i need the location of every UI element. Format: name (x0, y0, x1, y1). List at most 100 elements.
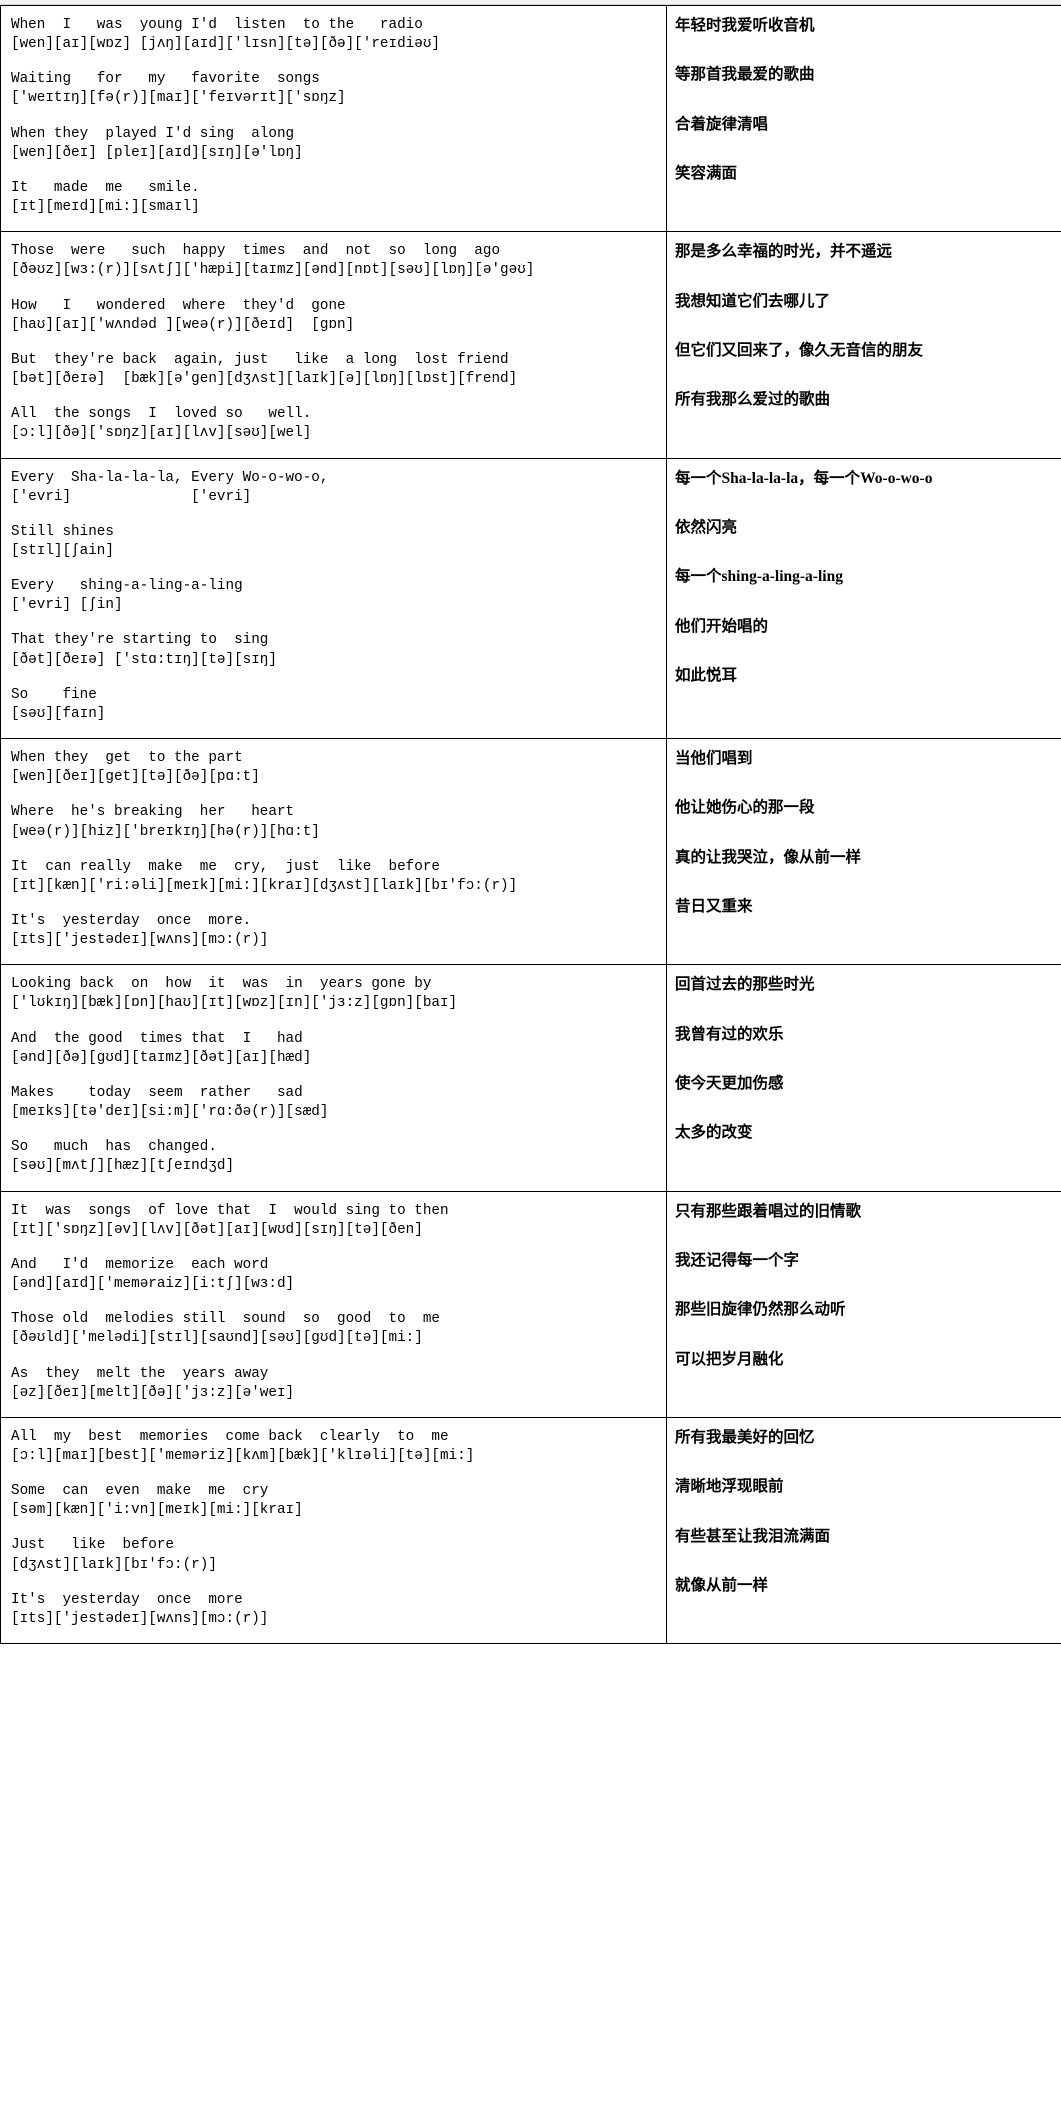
lyrics-block-row: All my best memories come back clearly t… (0, 1416, 1061, 1645)
lyric-line-pair: How I wondered where they'd gone [haʊ][aɪ… (11, 297, 666, 335)
lyric-line-pair: Some can even make me cry [səm][kæn]['i:v… (11, 1482, 666, 1520)
lyric-words: As they melt the years away (11, 1365, 269, 1382)
chinese-line: 我还记得每一个字 (675, 1251, 800, 1269)
lyric-line-pair: When I was young I'd listen to the radio… (11, 16, 666, 54)
chinese-line: 我想知道它们去哪儿了 (675, 292, 831, 310)
english-ipa-cell: Those were such happy times and not so l… (0, 231, 667, 459)
line-spacer (675, 360, 1061, 374)
chinese-line-wrap: 合着旋律清唱 (675, 115, 1061, 148)
english-ipa-cell: When they get to the part [wen][ðeɪ][get]… (0, 738, 667, 966)
lyric-line-pair: Every shing-a-ling-a-ling ['evri] [ʃin] (11, 577, 666, 615)
chinese-line: 所有我那么爱过的歌曲 (675, 391, 831, 409)
lyric-ipa: [weə(r)][hiz]['breɪkɪŋ][hə(r)][hɑ:t] (11, 823, 320, 840)
line-spacer (675, 917, 1061, 931)
line-spacer (675, 1369, 1061, 1383)
lyric-ipa: [səm][kæn]['i:vn][meɪk][mi:][kraɪ] (11, 1502, 303, 1519)
lyric-ipa: ['weɪtɪŋ][fə(r)][maɪ]['feɪvərɪt]['sɒŋz] (11, 90, 346, 107)
lyric-ipa: [haʊ][aɪ]['wʌndəd ][weə(r)][ðeɪd] [gɒn] (11, 316, 355, 333)
chinese-line: 太多的改变 (675, 1124, 753, 1142)
lyric-ipa: [ðət][ðeɪə] ['stɑ:tɪŋ][tə][sɪŋ] (11, 651, 277, 668)
lyric-ipa: ['lʊkɪŋ][bæk][ɒn][haʊ][ɪt][wɒz][ɪn]['jɜ:… (11, 995, 458, 1012)
english-ipa-cell: Every Sha-la-la-la, Every Wo-o-wo-o, ['ev… (0, 457, 667, 740)
chinese-line-wrap: 等那首我最爱的歌曲 (675, 65, 1061, 98)
chinese-line-wrap: 当他们唱到 (675, 749, 1061, 782)
line-spacer (675, 587, 1061, 601)
english-lines: All my best memories come back clearly t… (1, 1418, 666, 1643)
line-spacer (675, 1546, 1061, 1560)
chinese-line: 依然闪亮 (675, 518, 738, 536)
lyric-line-pair: Just like before [dʒʌst][laɪk][bɪ'fɔ:(r)] (11, 1536, 666, 1574)
line-spacer (675, 488, 1061, 502)
chinese-line-wrap: 他们开始唱的 (675, 617, 1061, 650)
lyric-line-pair: Waiting for my favorite songs ['weɪtɪŋ][f… (11, 70, 666, 108)
chinese-lines: 那是多么幸福的时光，并不遥远 我想知道它们去哪儿了 但它们又回来了，像久无音信的朋友… (667, 232, 1061, 438)
lyrics-block-row: It was songs of love that I would sing t… (0, 1190, 1061, 1418)
line-spacer (675, 1595, 1061, 1609)
line-spacer (675, 768, 1061, 782)
lyric-words: Some can even make me cry (11, 1483, 269, 1500)
chinese-line: 只有那些跟着唱过的旧情歌 (675, 1202, 862, 1220)
chinese-line: 回首过去的那些时光 (675, 976, 815, 994)
english-lines: It was songs of love that I would sing t… (1, 1192, 666, 1417)
chinese-line-wrap: 我想知道它们去哪儿了 (675, 292, 1061, 325)
chinese-line: 年轻时我爱听收音机 (675, 17, 815, 34)
chinese-line: 真的让我哭泣，像从前一样 (675, 848, 862, 866)
lyric-ipa: [stɪl][ʃain] (11, 542, 114, 559)
chinese-line-wrap: 回首过去的那些时光 (675, 975, 1061, 1008)
lyric-ipa: [ənd][aɪd]['meməraiz][i:tʃ][wɜ:d] (11, 1276, 295, 1293)
chinese-line-wrap: 他让她伤心的那一段 (675, 798, 1061, 831)
chinese-line-wrap: 那是多么幸福的时光，并不遥远 (675, 242, 1061, 275)
lyric-words: Every shing-a-ling-a-ling (11, 578, 243, 595)
lyrics-block-row: When they get to the part [wen][ðeɪ][get]… (0, 738, 1061, 966)
chinese-line-wrap: 每一个Sha-la-la-la，每一个Wo-o-wo-o (675, 469, 1061, 502)
document-page: When I was young I'd listen to the radio… (0, 0, 1061, 2116)
line-spacer (675, 1497, 1061, 1511)
chinese-translation-cell: 所有我最美好的回忆 清晰地浮现眼前 有些甚至让我泪流满面 就像从前一样 (666, 1416, 1061, 1645)
lyric-ipa: [wen][ðeɪ] [pleɪ][aɪd][sɪŋ][ə'lɒŋ] (11, 144, 303, 161)
lyric-words: It's yesterday once more. (11, 913, 252, 929)
chinese-line-wrap: 每一个shing-a-ling-a-ling (675, 567, 1061, 600)
chinese-line-wrap: 所有我那么爱过的歌曲 (675, 390, 1061, 423)
chinese-line-wrap: 真的让我哭泣，像从前一样 (675, 848, 1061, 881)
lyric-words: When they get to the part (11, 750, 243, 767)
lyric-words: So fine (11, 686, 97, 703)
lyric-ipa: [bət][ðeɪə] [bæk][ə'gen][dʒʌst][laɪk][ə]… (11, 371, 518, 388)
line-spacer (675, 1143, 1061, 1157)
lyric-words: Those were such happy times and not so l… (11, 243, 501, 260)
chinese-lines: 所有我最美好的回忆 清晰地浮现眼前 有些甚至让我泪流满面 就像从前一样 (667, 1418, 1061, 1624)
english-ipa-cell: It was songs of love that I would sing t… (0, 1190, 667, 1418)
english-ipa-cell: All my best memories come back clearly t… (0, 1416, 667, 1645)
chinese-line-wrap: 太多的改变 (675, 1123, 1061, 1156)
lyric-line-pair: When they get to the part [wen][ðeɪ][get]… (11, 749, 666, 787)
chinese-line-wrap: 可以把岁月融化 (675, 1350, 1061, 1383)
chinese-lines: 每一个Sha-la-la-la，每一个Wo-o-wo-o 依然闪亮每一个shing… (667, 459, 1061, 714)
chinese-line: 就像从前一样 (675, 1576, 769, 1594)
lyric-line-pair: That they're starting to sing [ðət][ðeɪə]… (11, 631, 666, 669)
lyric-words: It's yesterday once more (11, 1591, 243, 1608)
english-lines: When I was young I'd listen to the radio… (1, 6, 666, 231)
lyric-line-pair: But they're back again, just like a long… (11, 351, 666, 389)
lyric-words: Where he's breaking her heart (11, 804, 295, 821)
lyric-ipa: [səʊ][faɪn] (11, 705, 106, 722)
chinese-line: 有些甚至让我泪流满面 (675, 1527, 831, 1545)
line-spacer (675, 262, 1061, 276)
lyric-words: When they played I'd sing along (11, 125, 295, 142)
line-spacer (675, 184, 1061, 198)
lyric-words: Every Sha-la-la-la, Every Wo-o-wo-o, (11, 469, 329, 486)
lyric-line-pair: It made me smile. [ɪt][meɪd][mi:][smaɪl] (11, 179, 666, 217)
line-spacer (675, 1270, 1061, 1284)
lyric-ipa: [ɔ:l][maɪ][best]['meməriz][kʌm][bæk]['kl… (11, 1447, 475, 1464)
chinese-translation-cell: 只有那些跟着唱过的旧情歌 我还记得每一个字 那些旧旋律仍然那么动听 可以把岁月融化 (666, 1190, 1061, 1418)
lyric-line-pair: It can really make me cry, just like bef… (11, 858, 666, 896)
lyric-ipa: [dʒʌst][laɪk][bɪ'fɔ:(r)] (11, 1556, 217, 1573)
lyrics-block-row: Every Sha-la-la-la, Every Wo-o-wo-o, ['ev… (0, 457, 1061, 740)
lyric-ipa: [əz][ðeɪ][melt][ðə]['jɜ:z][ə'weɪ] (11, 1384, 295, 1401)
lyric-line-pair: Still shines [stɪl][ʃain] (11, 523, 666, 561)
chinese-translation-cell: 当他们唱到 他让她伤心的那一段 真的让我哭泣，像从前一样 昔日又重来 (666, 738, 1061, 966)
chinese-line: 每一个Sha-la-la-la，每一个Wo-o-wo-o (675, 469, 933, 487)
lyric-words: And I'd memorize each word (11, 1256, 269, 1273)
lyric-line-pair: It's yesterday once more [ɪts]['jestədeɪ]… (11, 1591, 666, 1629)
lyric-words: It was songs of love that I would sing t… (11, 1202, 449, 1219)
chinese-line-wrap: 年轻时我爱听收音机 (675, 16, 1061, 49)
lyric-ipa: [ɪts]['jestədeɪ][wʌns][mɔ:(r)] (11, 1610, 269, 1627)
